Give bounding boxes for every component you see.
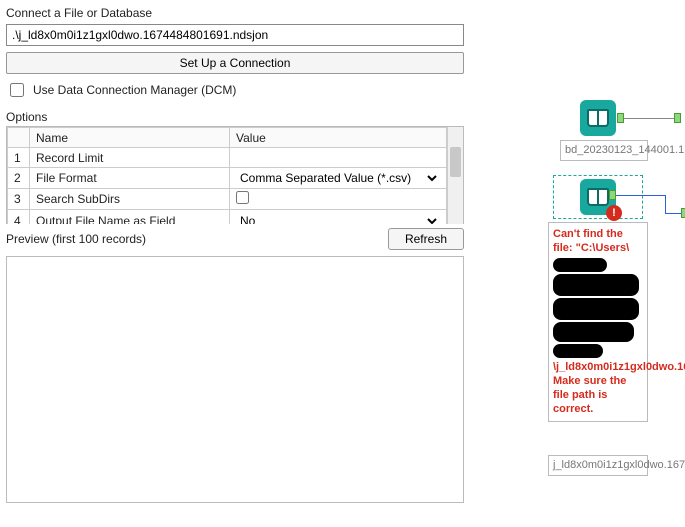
col-name: Name	[30, 128, 230, 148]
option-name: Search SubDirs	[30, 189, 230, 210]
output-filename-select[interactable]: No	[236, 213, 440, 224]
node-caption: j_ld8x0m0i1z1gxl0dwo.1674484801691.ndsjo…	[548, 455, 648, 476]
error-annotation: Can't find the file: "C:\Users\ \j_ld8x0…	[548, 222, 648, 422]
options-table: Name Value 1 Record Limit 2 File Format …	[7, 127, 447, 224]
preview-area	[6, 256, 464, 503]
option-name: Output File Name as Field	[30, 210, 230, 225]
refresh-button[interactable]: Refresh	[388, 228, 464, 250]
book-icon	[587, 188, 609, 206]
connector	[616, 195, 666, 196]
option-name: Record Limit	[30, 148, 230, 168]
book-icon	[587, 109, 609, 127]
error-text-lead: Can't find the file: "C:\Users\	[553, 228, 629, 254]
setup-connection-button[interactable]: Set Up a Connection	[6, 52, 464, 74]
dcm-checkbox[interactable]	[10, 83, 24, 97]
dcm-row: Use Data Connection Manager (DCM)	[6, 80, 464, 100]
col-value: Value	[230, 128, 447, 148]
options-heading: Options	[6, 110, 464, 124]
redaction-block	[553, 258, 607, 272]
row-index: 2	[8, 168, 30, 189]
row-index: 4	[8, 210, 30, 225]
option-value[interactable]: Comma Separated Value (*.csv)	[230, 168, 447, 189]
file-path-input[interactable]	[6, 24, 464, 46]
option-value[interactable]: No	[230, 210, 447, 225]
table-row: 2 File Format Comma Separated Value (*.c…	[8, 168, 447, 189]
output-anchor[interactable]	[617, 113, 624, 123]
node-caption: bd_20230123_144001.1.csv	[560, 140, 648, 161]
option-value[interactable]	[230, 189, 447, 210]
dcm-label: Use Data Connection Manager (DCM)	[33, 83, 236, 97]
redaction-block	[553, 298, 639, 320]
connector	[624, 118, 674, 119]
table-row: 3 Search SubDirs	[8, 189, 447, 210]
error-text-tail: \j_ld8x0m0i1z1gxl0dwo.1674484801691.ndsj…	[553, 361, 685, 416]
error-badge-icon: !	[606, 205, 622, 221]
options-table-container: Name Value 1 Record Limit 2 File Format …	[6, 126, 464, 224]
input-tool-node-selected[interactable]: !	[553, 175, 643, 219]
search-subdirs-checkbox[interactable]	[236, 191, 249, 204]
input-anchor[interactable]	[681, 208, 685, 218]
panel-title: Connect a File or Database	[6, 6, 464, 20]
connector	[665, 195, 666, 213]
config-panel: Connect a File or Database Set Up a Conn…	[0, 0, 470, 507]
table-row: 4 Output File Name as Field No	[8, 210, 447, 225]
row-index: 1	[8, 148, 30, 168]
input-tool-node[interactable]	[580, 100, 616, 136]
redaction-block	[553, 322, 634, 342]
redaction-block	[553, 274, 639, 296]
input-anchor[interactable]	[674, 113, 681, 123]
workflow-canvas[interactable]: bd_20230123_144001.1.csv ! Can't find th…	[485, 0, 685, 527]
preview-label: Preview (first 100 records)	[6, 232, 146, 246]
col-index	[8, 128, 30, 148]
option-name: File Format	[30, 168, 230, 189]
table-header-row: Name Value	[8, 128, 447, 148]
row-index: 3	[8, 189, 30, 210]
redaction-block	[553, 344, 603, 358]
preview-header: Preview (first 100 records) Refresh	[6, 228, 464, 250]
option-value[interactable]	[230, 148, 447, 168]
table-row: 1 Record Limit	[8, 148, 447, 168]
output-anchor[interactable]	[609, 190, 616, 200]
options-scrollbar[interactable]	[447, 127, 463, 224]
file-format-select[interactable]: Comma Separated Value (*.csv)	[236, 170, 440, 186]
